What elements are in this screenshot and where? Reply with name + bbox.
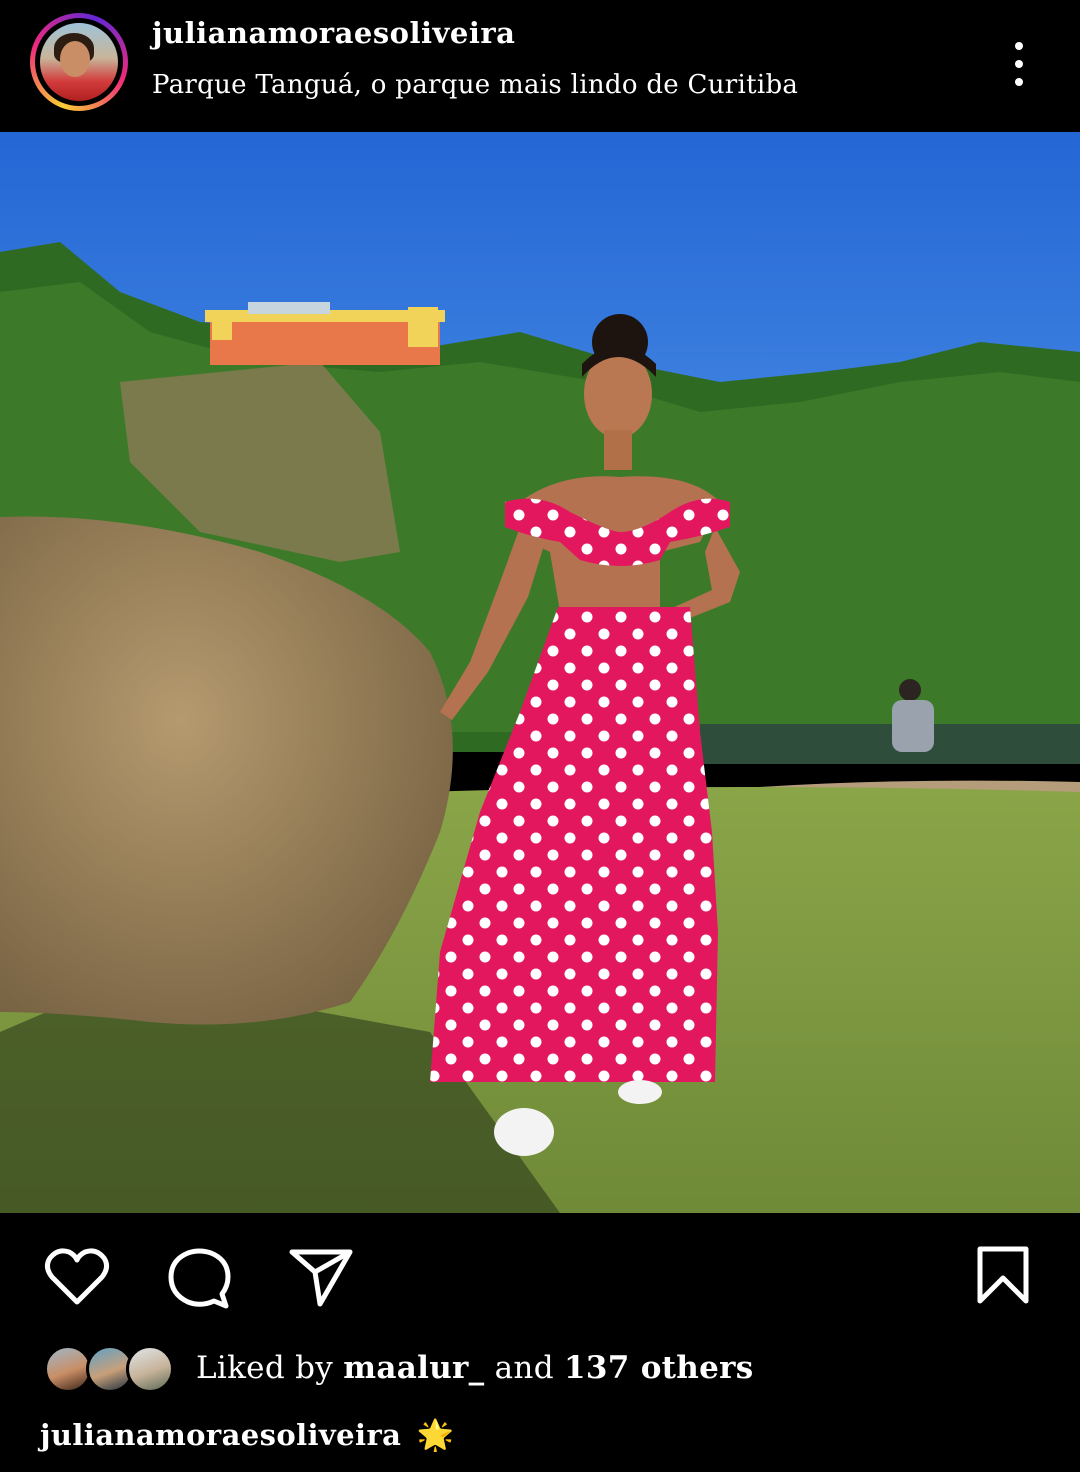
- post-photo[interactable]: [0, 132, 1080, 1213]
- story-ring[interactable]: [30, 13, 128, 111]
- liker-avatar[interactable]: [44, 1345, 92, 1393]
- post-username[interactable]: julianamoraesoliveira: [152, 16, 515, 50]
- avatar-border: [35, 18, 123, 106]
- lookout-building: [205, 302, 445, 365]
- avatar[interactable]: [40, 23, 118, 101]
- liker-avatar[interactable]: [126, 1345, 174, 1393]
- post-header: julianamoraesoliveira Parque Tanguá, o p…: [0, 0, 1080, 132]
- post-location[interactable]: Parque Tanguá, o parque mais lindo de Cu…: [152, 70, 798, 100]
- likes-summary[interactable]: Liked by maalur_ and 137 others: [196, 1350, 754, 1386]
- dot: [1015, 60, 1023, 68]
- share-icon[interactable]: [288, 1246, 354, 1308]
- dot: [1015, 78, 1023, 86]
- lake: [700, 724, 1080, 764]
- caption: julianamoraesoliveira 🌟: [40, 1418, 454, 1453]
- star-emoji: 🌟: [416, 1418, 454, 1453]
- likes-connector: and: [494, 1350, 554, 1386]
- dot: [1015, 42, 1023, 50]
- comment-icon[interactable]: [166, 1246, 232, 1312]
- photo-illustration: [0, 132, 1080, 1213]
- likes-row: Liked by maalur_ and 137 others: [0, 1340, 1080, 1400]
- more-vertical-icon[interactable]: [1000, 36, 1038, 92]
- liker-username[interactable]: maalur_: [343, 1350, 484, 1386]
- avatar-face: [60, 41, 90, 77]
- action-bar: [0, 1213, 1080, 1333]
- bookmark-icon[interactable]: [976, 1245, 1030, 1305]
- likes-count[interactable]: 137 others: [564, 1350, 754, 1386]
- caption-username[interactable]: julianamoraesoliveira: [40, 1418, 401, 1452]
- likes-prefix: Liked by: [196, 1350, 334, 1386]
- heart-icon[interactable]: [44, 1247, 110, 1307]
